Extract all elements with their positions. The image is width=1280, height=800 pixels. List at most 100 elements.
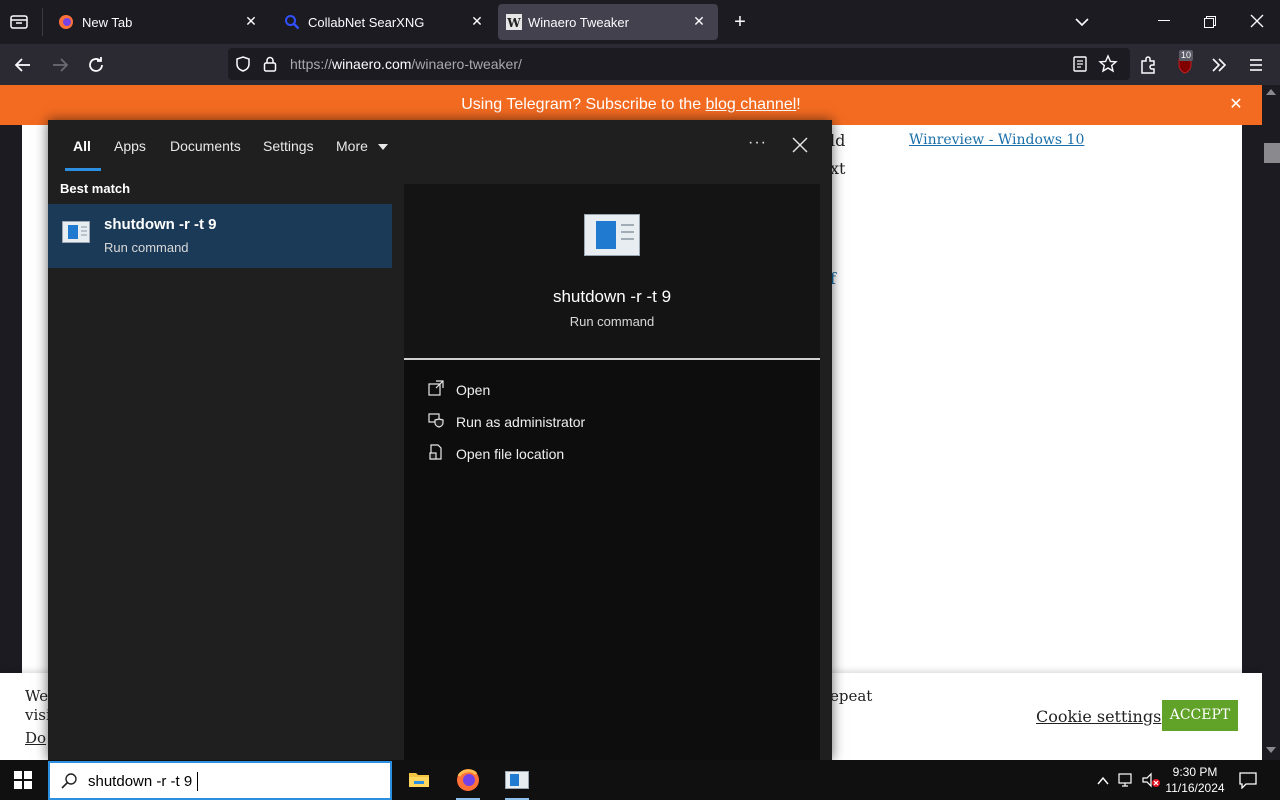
result-title: shutdown -r -t 9 <box>104 216 217 233</box>
banner-suffix: ! <box>796 96 801 113</box>
windows-search-panel: All Apps Documents Settings More ··· Bes… <box>48 120 832 760</box>
svg-text:W: W <box>506 16 521 30</box>
taskbar-firefox[interactable] <box>444 760 492 800</box>
back-arrow-icon[interactable] <box>10 52 36 78</box>
action-center-notification-icon[interactable] <box>1239 771 1257 790</box>
volume-muted-icon[interactable] <box>1142 772 1162 788</box>
browser-tab-bar: New Tab ✕ CollabNet SearXNG ✕ W Winaero … <box>0 0 1280 44</box>
search-input-text: shutdown -r -t 9 <box>88 773 193 790</box>
cookie-do-not-sell-link[interactable]: Do <box>25 729 46 747</box>
run-as-admin-action[interactable]: Run as administrator <box>428 412 728 432</box>
hamburger-menu-icon[interactable] <box>1243 52 1269 78</box>
tab-more[interactable]: More <box>336 138 388 154</box>
url-domain: winaero.com <box>332 56 412 72</box>
file-location-icon <box>428 444 444 460</box>
new-tab-plus-icon[interactable]: + <box>730 12 750 32</box>
close-window-icon[interactable] <box>1250 14 1264 28</box>
tab-title: CollabNet SearXNG <box>308 15 425 30</box>
tab-title: New Tab <box>82 15 133 30</box>
scroll-up-arrow-icon[interactable] <box>1266 89 1276 95</box>
scrollbar-thumb[interactable] <box>1264 143 1280 163</box>
taskbar-search-box[interactable]: shutdown -r -t 9 <box>48 761 392 800</box>
search-icon <box>284 14 300 30</box>
tab-collabnet-searxng[interactable]: CollabNet SearXNG ✕ <box>272 4 496 40</box>
url-text: https://winaero.com/winaero-tweaker/ <box>290 56 522 72</box>
partial-text: ld <box>830 131 846 150</box>
active-tab-indicator <box>65 168 101 171</box>
page-scrollbar[interactable] <box>1262 85 1280 760</box>
blog-channel-link[interactable]: blog channel <box>706 96 797 113</box>
accept-cookies-button[interactable]: ACCEPT <box>1162 700 1238 731</box>
extensions-puzzle-icon[interactable] <box>1135 52 1161 78</box>
best-match-result[interactable]: shutdown -r -t 9 Run command <box>48 204 392 268</box>
show-hidden-icons-chevron-icon[interactable] <box>1096 774 1110 786</box>
banner-text: Using Telegram? Subscribe to the <box>461 96 706 113</box>
banner-close-icon[interactable]: ✕ <box>1226 95 1246 115</box>
results-pane: Best match shutdown -r -t 9 Run command <box>48 174 404 760</box>
preview-header: shutdown -r -t 9 Run command <box>404 184 820 360</box>
run-command-large-icon <box>584 214 640 256</box>
taskbar-run-command[interactable] <box>493 760 541 800</box>
tracking-shield-icon[interactable] <box>234 55 252 73</box>
system-clock[interactable]: 9:30 PM 11/16/2024 <box>1160 764 1230 796</box>
cookie-text: epeat <box>830 687 873 705</box>
run-command-icon <box>505 771 529 789</box>
tab-all[interactable]: All <box>73 138 91 154</box>
tab-title: Winaero Tweaker <box>528 15 629 30</box>
text-cursor <box>197 772 198 791</box>
forward-arrow-icon[interactable] <box>47 52 73 78</box>
tab-documents[interactable]: Documents <box>170 138 241 154</box>
browser-nav-bar: https://winaero.com/winaero-tweaker/ 10 <box>0 44 1280 85</box>
windows-taskbar: shutdown -r -t 9 9:30 PM 11/16/2024 <box>0 760 1280 800</box>
cookie-settings-link[interactable]: Cookie settings <box>1036 707 1161 726</box>
windows-start-icon[interactable] <box>14 771 32 789</box>
clock-time: 9:30 PM <box>1172 765 1218 779</box>
firefox-icon <box>456 768 480 792</box>
list-all-tabs-chevron-icon[interactable] <box>1072 12 1092 32</box>
ublock-shield-icon[interactable]: 10 <box>1172 50 1198 78</box>
cookie-text: visi <box>25 706 51 724</box>
overflow-chevrons-icon[interactable] <box>1206 52 1232 78</box>
reader-view-icon[interactable] <box>1072 55 1088 73</box>
preview-pane: shutdown -r -t 9 Run command Open Run as… <box>404 184 820 760</box>
taskbar-file-explorer[interactable] <box>394 760 442 800</box>
preview-subtitle: Run command <box>569 314 655 329</box>
winreview-link[interactable]: Winreview - Windows 10 <box>909 132 1084 148</box>
search-icon <box>60 772 78 790</box>
shield-icon <box>428 412 444 428</box>
tab-more-label: More <box>336 138 368 154</box>
close-search-icon[interactable] <box>792 137 808 153</box>
firefox-icon <box>58 14 74 30</box>
url-bar[interactable]: https://winaero.com/winaero-tweaker/ <box>228 48 1130 80</box>
minimize-icon[interactable] <box>1158 20 1170 21</box>
tab-settings[interactable]: Settings <box>263 138 314 154</box>
restore-icon[interactable] <box>1204 15 1216 28</box>
clock-date: 11/16/2024 <box>1165 781 1225 795</box>
caret-down-icon <box>377 144 388 151</box>
bookmark-star-icon[interactable] <box>1098 54 1118 74</box>
best-match-label: Best match <box>60 181 131 196</box>
tab-new-tab[interactable]: New Tab ✕ <box>46 4 270 40</box>
partial-text: xt <box>830 159 846 178</box>
reload-icon[interactable] <box>83 52 109 78</box>
open-action[interactable]: Open <box>428 380 728 400</box>
run-command-icon <box>62 221 90 243</box>
cookie-text: We <box>25 687 49 705</box>
tab-winaero-tweaker[interactable]: W Winaero Tweaker ✕ <box>498 4 718 40</box>
tab-list-icon[interactable] <box>8 12 30 32</box>
lock-icon[interactable] <box>262 55 278 73</box>
scroll-down-arrow-icon[interactable] <box>1266 747 1276 753</box>
tab-apps[interactable]: Apps <box>114 138 146 154</box>
winaero-w-icon: W <box>506 14 522 30</box>
network-icon[interactable] <box>1118 772 1136 788</box>
open-file-location-action[interactable]: Open file location <box>428 444 728 464</box>
folder-icon <box>408 770 430 788</box>
close-tab-icon[interactable]: ✕ <box>468 12 486 30</box>
action-label: Open file location <box>456 446 565 462</box>
extension-badge: 10 <box>1179 50 1194 61</box>
more-options-ellipsis-icon[interactable]: ··· <box>748 134 767 152</box>
close-tab-icon[interactable]: ✕ <box>242 12 260 30</box>
close-tab-icon[interactable]: ✕ <box>690 12 708 30</box>
preview-title: shutdown -r -t 9 <box>552 287 672 306</box>
url-prefix: https:// <box>290 56 333 72</box>
